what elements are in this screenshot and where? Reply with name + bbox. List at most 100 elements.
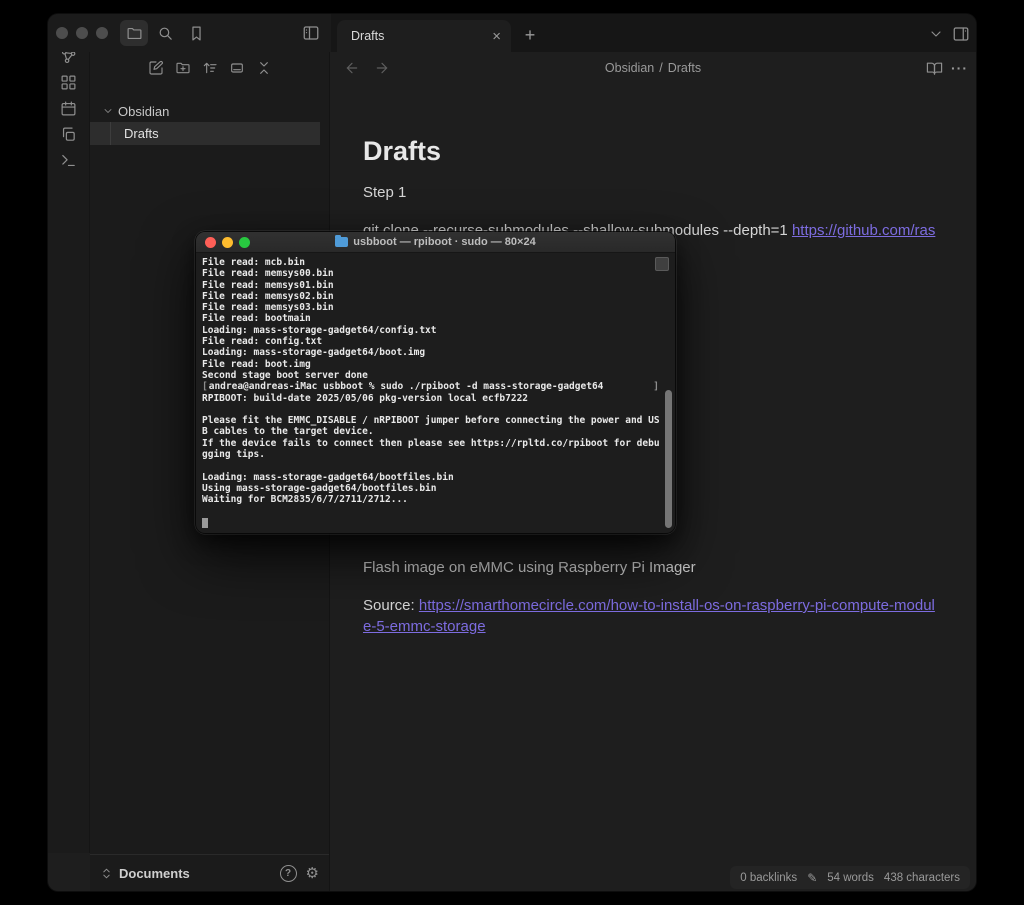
breadcrumb-vault[interactable]: Obsidian bbox=[605, 61, 654, 75]
note-paragraph-flash: Flash image on eMMC using Raspberry Pi I… bbox=[363, 557, 937, 578]
terminal-line: File read: memsys02.bin bbox=[202, 291, 675, 302]
terminal-line: Loading: mass-storage-gadget64/config.tx… bbox=[202, 325, 675, 336]
tab-drafts[interactable]: Drafts × bbox=[337, 20, 511, 52]
terminal-line: File read: mcb.bin bbox=[202, 257, 675, 268]
close-window-button[interactable] bbox=[56, 27, 68, 39]
folder-obsidian[interactable]: Obsidian bbox=[90, 100, 330, 122]
terminal-line bbox=[202, 404, 675, 415]
terminal-line: Waiting for BCM2835/6/7/2711/2712... bbox=[202, 494, 675, 505]
tab-bar-actions bbox=[928, 20, 970, 48]
terminal-line: Please fit the EMMC_DISABLE / nRPIBOOT j… bbox=[202, 415, 675, 426]
search-tab-button[interactable] bbox=[151, 20, 179, 46]
folder-label: Obsidian bbox=[118, 104, 169, 119]
terminal-line: File read: memsys00.bin bbox=[202, 268, 675, 279]
zoom-window-button[interactable] bbox=[96, 27, 108, 39]
layout-grid-icon bbox=[60, 74, 77, 91]
new-note-icon[interactable] bbox=[148, 60, 164, 76]
terminal-line bbox=[202, 506, 675, 517]
window-controls[interactable] bbox=[56, 27, 108, 39]
bookmark-icon bbox=[188, 25, 205, 42]
backlinks-count[interactable]: 0 backlinks bbox=[740, 872, 797, 884]
note-paragraph-step: Step 1 bbox=[363, 182, 937, 203]
terminal-title-text: usbboot — rpiboot · sudo — 80×24 bbox=[353, 236, 535, 248]
terminal-titlebar[interactable]: usbboot — rpiboot · sudo — 80×24 bbox=[196, 232, 675, 253]
prompt-text: andrea@andreas-iMac usbboot % sudo ./rpi… bbox=[209, 381, 604, 392]
files-tab-button[interactable] bbox=[120, 20, 148, 46]
collapse-all-icon[interactable] bbox=[256, 60, 272, 76]
sort-order-icon[interactable] bbox=[202, 60, 218, 76]
vault-name: Documents bbox=[119, 866, 280, 881]
terminal-prompt-line: [andrea@andreas-iMac usbboot % sudo ./rp… bbox=[202, 381, 675, 392]
terminal-line: gging tips. bbox=[202, 449, 675, 460]
folder-icon bbox=[335, 237, 348, 247]
terminal-line: File read: memsys03.bin bbox=[202, 302, 675, 313]
help-button[interactable]: ? bbox=[280, 865, 297, 882]
terminal-line: File read: bootmain bbox=[202, 313, 675, 324]
breadcrumb[interactable]: Obsidian / Drafts bbox=[330, 52, 976, 84]
more-options-icon[interactable]: ··· bbox=[951, 60, 968, 76]
terminal-window[interactable]: usbboot — rpiboot · sudo — 80×24 File re… bbox=[196, 232, 675, 533]
minimize-window-button[interactable] bbox=[76, 27, 88, 39]
close-tab-icon[interactable]: × bbox=[492, 29, 501, 44]
search-icon bbox=[157, 25, 174, 42]
terminal-cursor bbox=[202, 518, 208, 528]
terminal-line: Loading: mass-storage-gadget64/bootfiles… bbox=[202, 472, 675, 483]
titlebar-left bbox=[48, 14, 331, 52]
note-paragraph-source: Source: https://smarthomecircle.com/how-… bbox=[363, 595, 937, 637]
tab-label: Drafts bbox=[351, 29, 492, 43]
prompt-mark-left: [ bbox=[202, 381, 208, 392]
terminal-line: Using mass-storage-gadget64/bootfiles.bi… bbox=[202, 483, 675, 494]
folder-icon bbox=[126, 25, 143, 42]
status-bar: 0 backlinks ✎ 54 words 438 characters bbox=[730, 866, 970, 889]
smarthomecircle-link[interactable]: https://smarthomecircle.com/how-to-insta… bbox=[363, 597, 935, 635]
titlebar: Drafts × + bbox=[48, 14, 976, 52]
terminal-scrollbar[interactable] bbox=[665, 390, 672, 528]
terminal-line: B cables to the target device. bbox=[202, 426, 675, 437]
character-count: 438 characters bbox=[884, 872, 960, 884]
chevron-down-icon[interactable] bbox=[928, 26, 944, 42]
titlebar-icons bbox=[120, 20, 210, 46]
breadcrumb-note[interactable]: Drafts bbox=[668, 61, 701, 75]
canvas-button[interactable] bbox=[56, 73, 82, 91]
file-label: Drafts bbox=[124, 126, 159, 141]
terminal-line: Second stage boot server done bbox=[202, 370, 675, 381]
explorer-toolbar bbox=[90, 52, 330, 84]
templates-button[interactable] bbox=[56, 125, 82, 143]
vault-switcher[interactable]: Documents ? ⚙ bbox=[90, 854, 329, 891]
terminal-line: If the device fails to connect then plea… bbox=[202, 438, 675, 449]
command-palette-button[interactable] bbox=[56, 151, 82, 169]
file-drafts[interactable]: Drafts bbox=[90, 122, 320, 145]
terminal-prompt-icon bbox=[60, 152, 77, 169]
settings-gear-icon[interactable]: ⚙ bbox=[306, 866, 319, 881]
terminal-line: RPIBOOT: build-date 2025/05/06 pkg-versi… bbox=[202, 393, 675, 404]
new-folder-icon[interactable] bbox=[175, 60, 191, 76]
reading-mode-icon[interactable] bbox=[926, 60, 943, 77]
terminal-line: File read: config.txt bbox=[202, 336, 675, 347]
breadcrumb-separator: / bbox=[659, 61, 662, 75]
terminal-title: usbboot — rpiboot · sudo — 80×24 bbox=[196, 236, 675, 248]
panel-left-icon bbox=[302, 24, 320, 42]
terminal-line: Loading: mass-storage-gadget64/boot.img bbox=[202, 347, 675, 358]
terminal-line: File read: memsys01.bin bbox=[202, 280, 675, 291]
editor-actions: ··· bbox=[926, 56, 968, 80]
panel-right-icon[interactable] bbox=[952, 25, 970, 43]
word-count: 54 words bbox=[827, 872, 874, 884]
bookmarks-tab-button[interactable] bbox=[182, 20, 210, 46]
chevron-down-icon bbox=[102, 105, 114, 117]
calendar-icon bbox=[60, 100, 77, 117]
daily-note-button[interactable] bbox=[56, 99, 82, 117]
prompt-mark-right: ] bbox=[653, 381, 659, 392]
new-tab-button[interactable]: + bbox=[517, 22, 543, 48]
editor-header: Obsidian / Drafts ··· bbox=[330, 52, 976, 84]
edit-mode-pencil-icon[interactable]: ✎ bbox=[807, 871, 817, 885]
card-layout-icon[interactable] bbox=[229, 60, 245, 76]
indent-guide bbox=[110, 122, 111, 145]
terminal-corner-widget bbox=[655, 257, 669, 271]
collapse-left-sidebar-button[interactable] bbox=[297, 20, 325, 46]
copy-icon bbox=[60, 126, 77, 143]
note-title: Drafts bbox=[363, 136, 441, 167]
terminal-cursor-line bbox=[202, 517, 675, 528]
terminal-content[interactable]: File read: mcb.bin File read: memsys00.b… bbox=[196, 253, 675, 533]
chevrons-up-down-icon bbox=[100, 867, 113, 880]
terminal-line: File read: boot.img bbox=[202, 359, 675, 370]
